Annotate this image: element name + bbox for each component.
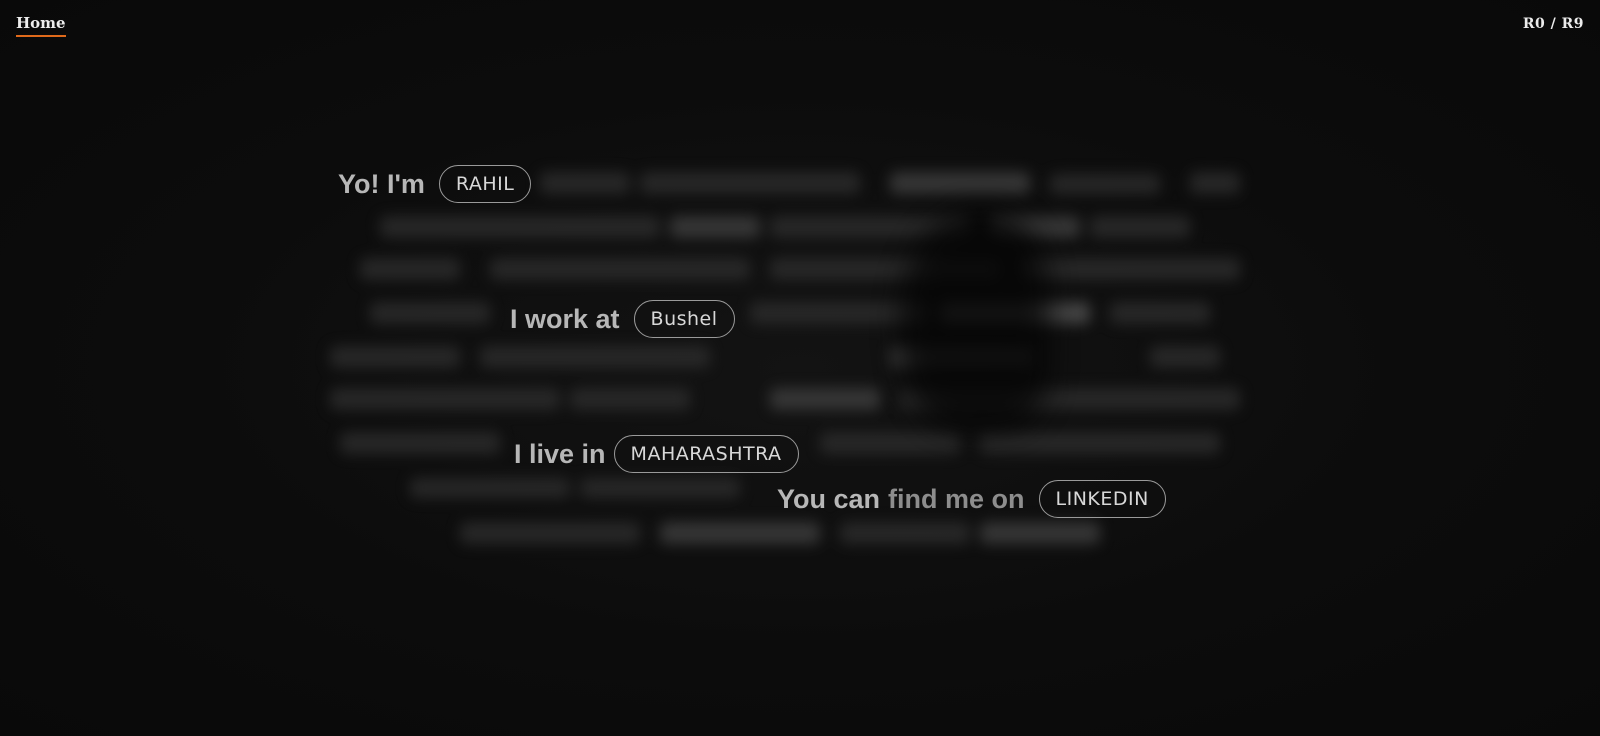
intro-social-text-a: You can	[777, 483, 881, 514]
blurred-portrait	[900, 210, 1050, 430]
intro-line-name: Yo! I'm RAHIL	[338, 165, 532, 203]
nav-home-link[interactable]: Home	[16, 14, 66, 37]
top-right-label: R0 / R9	[1522, 16, 1584, 32]
intro-name-text: Yo! I'm	[338, 168, 425, 199]
page: Home R0 / R9 Yo! I'm RAHIL I work at Bus…	[0, 0, 1600, 736]
intro-social-text-b: find me on	[888, 483, 1025, 514]
intro-work-text: I work at	[510, 303, 620, 334]
intro-location-text: I live in	[514, 438, 606, 469]
name-tag-button[interactable]: RAHIL	[438, 165, 532, 203]
top-nav: Home R0 / R9	[0, 0, 1600, 50]
intro-line-location: I live in MAHARASHTRA	[514, 435, 799, 473]
location-tag-button[interactable]: MAHARASHTRA	[613, 435, 799, 473]
intro-line-work: I work at Bushel	[510, 300, 735, 338]
company-tag-button[interactable]: Bushel	[633, 300, 735, 338]
intro-line-social: You can find me on LINKEDIN	[777, 480, 1166, 518]
linkedin-tag-button[interactable]: LINKEDIN	[1038, 480, 1166, 518]
